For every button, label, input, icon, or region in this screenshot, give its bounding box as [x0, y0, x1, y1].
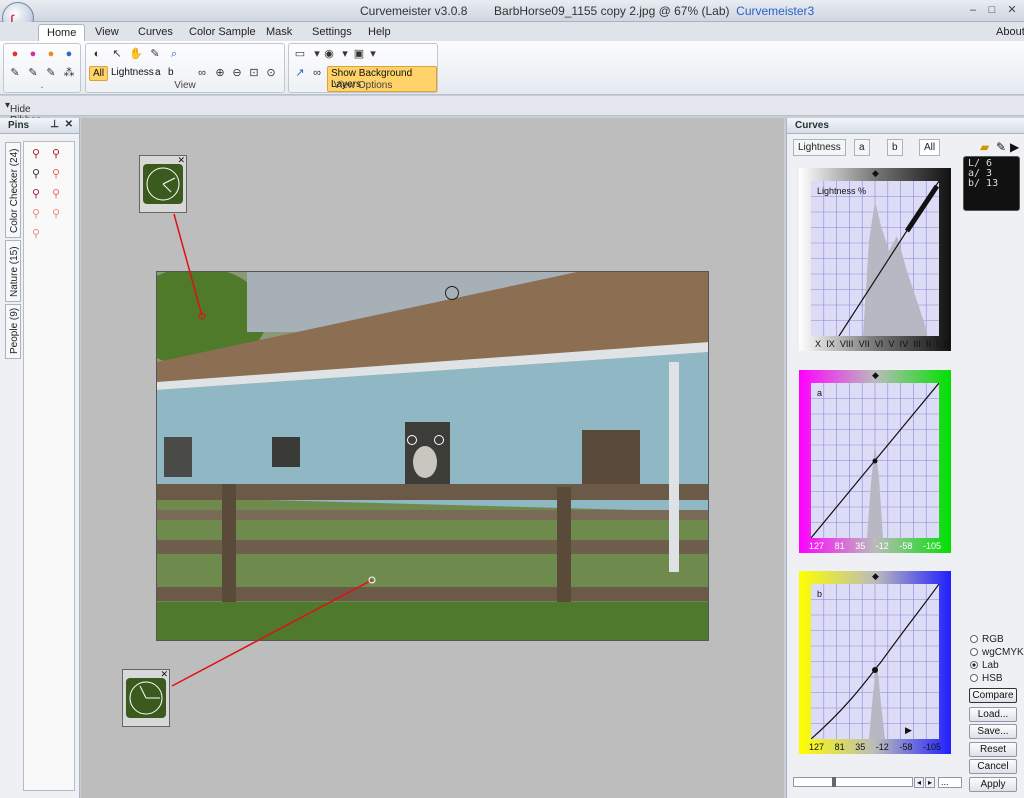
tick-label: VI [874, 339, 884, 349]
b-grid [811, 584, 939, 739]
curve-tab-all[interactable]: All [919, 139, 941, 156]
tab-label: a [859, 142, 865, 153]
tick-label: 127 [809, 742, 825, 752]
a-ticks: 127 81 35 -12 -58 -105 [809, 541, 941, 551]
tick-label: VII [858, 339, 870, 349]
mode-wgcmyk-radio[interactable]: wgCMYK [970, 647, 1024, 658]
curve-slider-icon[interactable]: ◆ [872, 370, 879, 381]
curve-slider-icon[interactable]: ◆ [872, 168, 879, 179]
tick-label: 81 [834, 541, 845, 551]
chevron-left-icon[interactable]: ◂ [914, 777, 924, 788]
tick-label: IX [826, 339, 835, 349]
b-curve[interactable]: ◆ b ▶ 127 81 35 -12 -58 -105 [799, 571, 951, 754]
tick-label: -12 [875, 541, 889, 551]
mode-label: Lab [982, 660, 999, 671]
tick-label: IV [899, 339, 909, 349]
save-button[interactable]: Save... [969, 724, 1017, 739]
b-ticks: 127 81 35 -12 -58 -105 [809, 742, 941, 752]
tick-label: I [936, 339, 939, 349]
lightness-ticks: X IX VIII VII VI V IV III II I 0 [815, 339, 949, 349]
curve-tab-b[interactable]: b [887, 139, 903, 156]
curves-title: Curves [795, 120, 829, 131]
tick-label: -58 [899, 541, 913, 551]
dial-icon [129, 681, 163, 715]
lightness-grid [811, 181, 939, 336]
mode-label: RGB [982, 634, 1004, 645]
zoom-value-field[interactable]: ... [938, 777, 962, 788]
tick-label: -105 [922, 742, 941, 752]
a-curve[interactable]: ◆ a 127 81 35 -12 -58 -105 [799, 370, 951, 553]
tick-label: -12 [875, 742, 889, 752]
mode-rgb-radio[interactable]: RGB [970, 634, 1004, 645]
tick-label: X [815, 339, 822, 349]
curve-tab-a[interactable]: a [854, 139, 870, 156]
curve-slider-icon[interactable]: ◆ [872, 571, 879, 582]
tab-label: All [924, 142, 936, 153]
tick-label: 35 [855, 541, 866, 551]
lightness-curve[interactable]: ◆ Lightness % X IX VIII VII VI V IV III II I 0 [799, 168, 951, 351]
dial-icon [146, 167, 180, 201]
color-pin-widget[interactable]: ✕ [139, 155, 187, 213]
a-grid [811, 383, 939, 538]
play-icon[interactable]: ▶ [1010, 140, 1019, 154]
mode-hsb-radio[interactable]: HSB [970, 673, 1003, 684]
load-button[interactable]: Load... [969, 707, 1017, 722]
play-icon[interactable]: ▶ [905, 725, 912, 736]
mode-lab-radio[interactable]: Lab [970, 660, 999, 671]
tick-label: -58 [899, 742, 913, 752]
pin-dial [126, 678, 166, 718]
color-pin-widget[interactable]: ✕ [122, 669, 170, 727]
readout-b: b/ 13 [968, 178, 999, 189]
cancel-button[interactable]: Cancel [969, 759, 1017, 774]
tick-label: III [913, 339, 921, 349]
chevron-right-icon[interactable]: ▸ [925, 777, 935, 788]
compare-button[interactable]: Compare [969, 688, 1017, 703]
reset-button[interactable]: Reset [969, 742, 1017, 757]
tab-label: Lightness [798, 142, 841, 153]
b-label: b [817, 589, 823, 599]
a-label: a [817, 388, 823, 398]
apply-button[interactable]: Apply [969, 777, 1017, 792]
tick-label: -105 [922, 541, 941, 551]
tick-label: V [888, 339, 895, 349]
tick-label: 81 [834, 742, 845, 752]
folder-icon[interactable]: ▰ [980, 140, 989, 154]
zoom-slider[interactable] [793, 777, 913, 787]
tick-label: 127 [809, 541, 825, 551]
tab-label: b [892, 142, 898, 153]
slider-thumb[interactable] [832, 777, 836, 787]
curves-header: Curves [787, 118, 1024, 134]
mode-label: HSB [982, 673, 1003, 684]
tick-label: 0 [943, 339, 949, 349]
lab-readout: L/ 6 a/ 3 b/ 13 [963, 156, 1020, 211]
wrench-icon[interactable]: ✎ [996, 140, 1006, 154]
tick-label: 35 [855, 742, 866, 752]
mode-label: wgCMYK [982, 647, 1024, 658]
curve-tab-lightness[interactable]: Lightness [793, 139, 846, 156]
lightness-label: Lightness % [817, 186, 867, 196]
tick-label: VIII [839, 339, 854, 349]
pin-dial [143, 164, 183, 204]
tick-label: II [926, 339, 932, 349]
